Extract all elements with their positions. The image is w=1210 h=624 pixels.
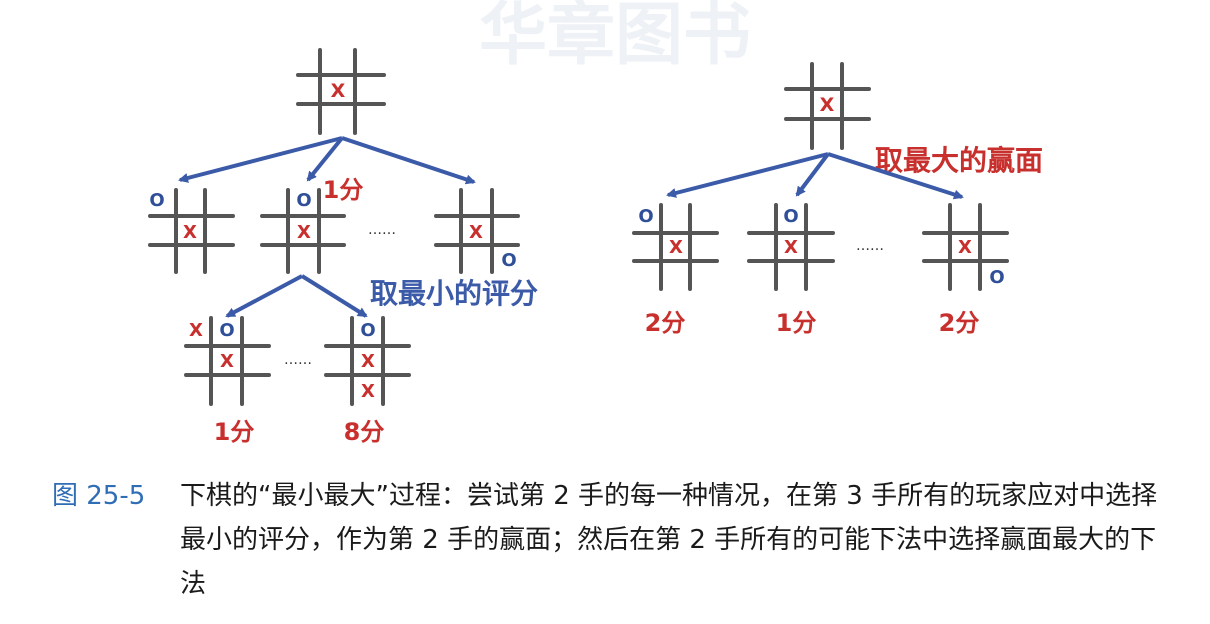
score-label: 2分 [939, 309, 980, 337]
score-label: 1分 [776, 309, 817, 337]
watermark: 华章图书 [479, 0, 751, 75]
o-mark: O [360, 320, 375, 341]
o-mark: O [296, 190, 311, 211]
ellipsis: …… [856, 238, 884, 254]
score-label: 8分 [344, 418, 385, 446]
x-mark: X [820, 94, 835, 116]
x-mark: X [361, 381, 375, 402]
x-mark: X [669, 237, 683, 258]
o-mark: O [219, 320, 234, 341]
minimax-diagram: 华章图书 X O X O X 1分 …… X O 取最小的评分 X O X ……… [148, 0, 1043, 446]
figure-number: 图 25-5 [52, 481, 146, 511]
o-mark: O [501, 250, 516, 271]
x-mark: X [297, 222, 311, 243]
score-label: 2分 [645, 309, 686, 337]
arrows-level2-left [225, 274, 368, 318]
ellipsis: …… [368, 222, 396, 238]
right-tree: X 取最大的赢面 O X O X …… X O 2分 1分 2分 [632, 62, 1043, 337]
o-mark: O [638, 206, 653, 227]
annotation-min: 取最小的评分 [370, 277, 538, 310]
score-label: 1分 [323, 176, 364, 204]
x-mark: X [331, 80, 346, 102]
o-mark: O [149, 190, 164, 211]
x-mark: X [958, 237, 972, 258]
x-mark: X [784, 237, 798, 258]
o-mark: O [783, 206, 798, 227]
x-mark: X [220, 351, 234, 372]
ellipsis: …… [284, 352, 312, 368]
x-mark: X [189, 320, 203, 341]
x-mark: X [183, 222, 197, 243]
caption-text: 下棋的“最小最大”过程：尝试第 2 手的每一种情况，在第 3 手所有的玩家应对中… [180, 481, 1158, 599]
x-mark: X [361, 351, 375, 372]
left-tree: X O X O X 1分 …… X O 取最小的评分 X O X …… O X … [148, 48, 538, 446]
o-mark: O [989, 267, 1004, 288]
annotation-max: 取最大的赢面 [875, 144, 1043, 177]
x-mark: X [469, 222, 483, 243]
score-label: 1分 [214, 418, 255, 446]
